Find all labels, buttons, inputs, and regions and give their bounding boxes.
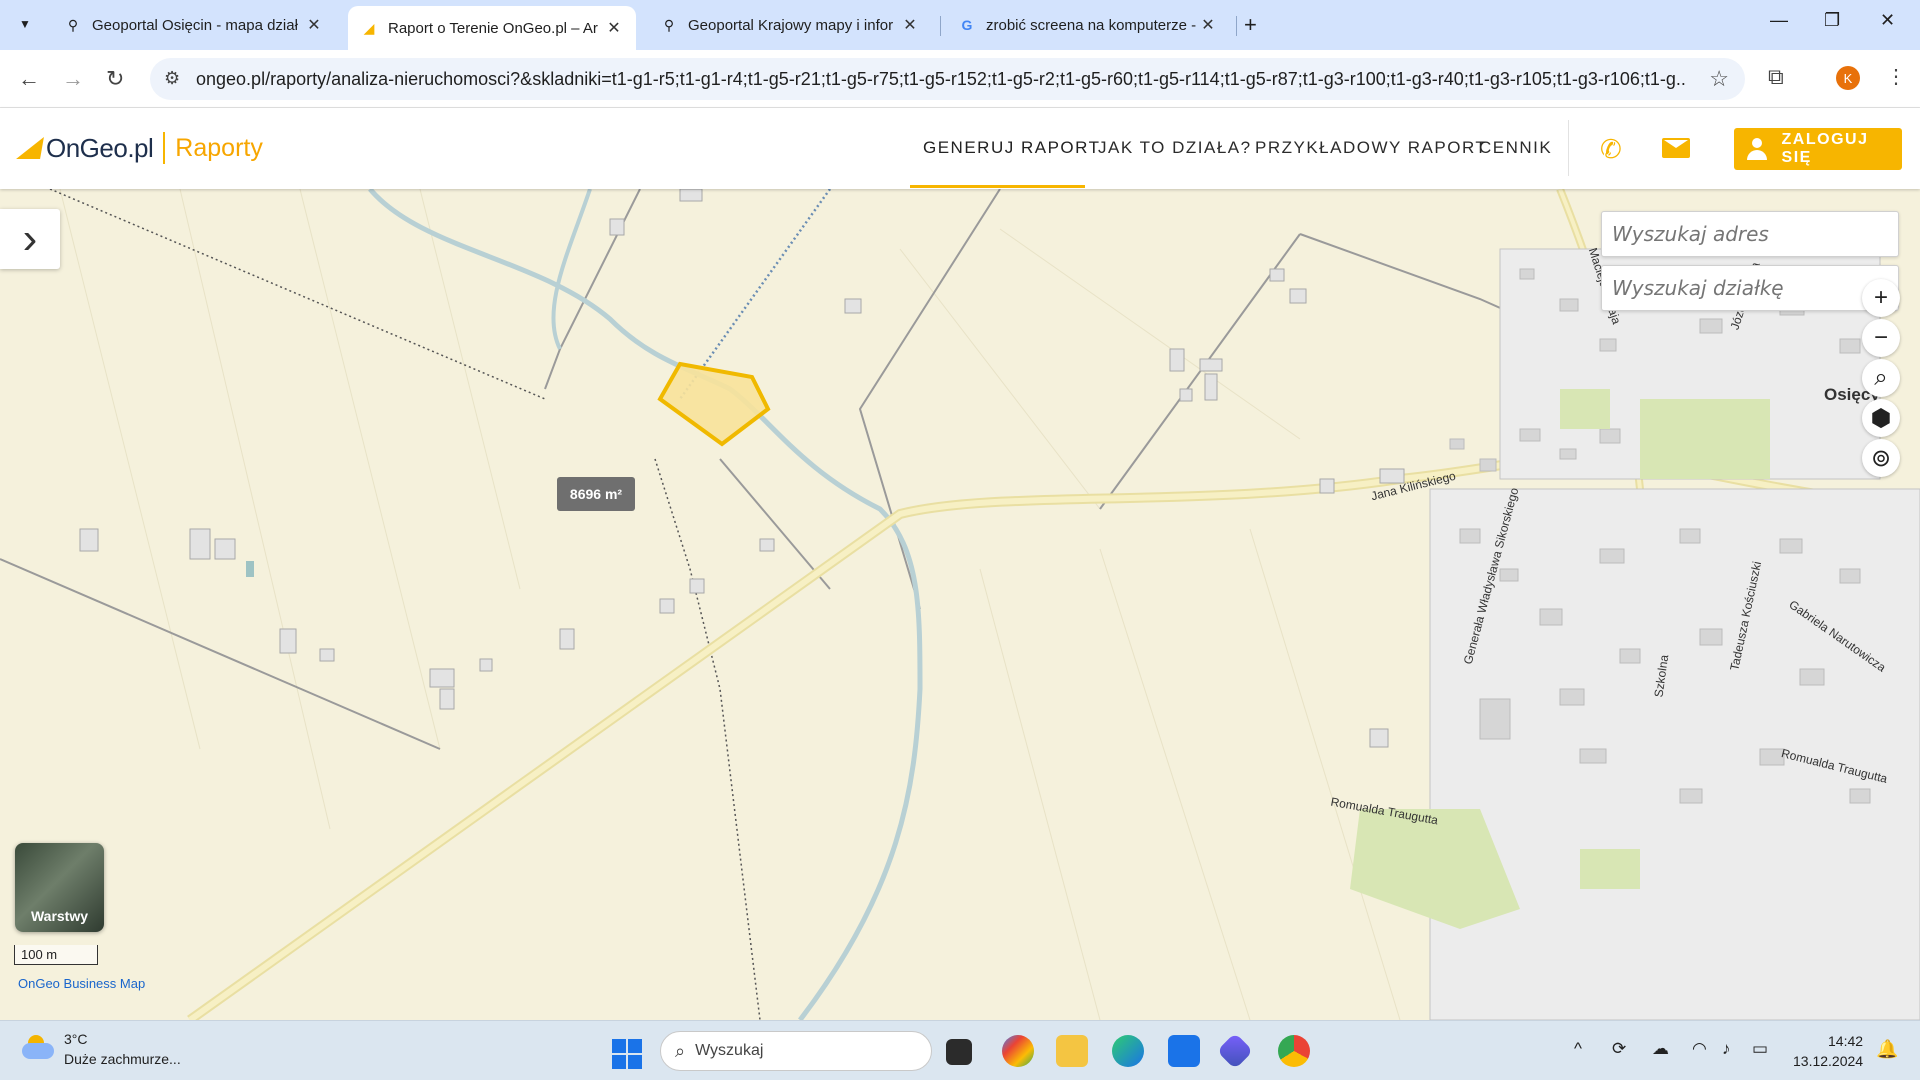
copilot-app-icon[interactable] (1216, 1032, 1254, 1070)
clock-date[interactable]: 13.12.2024 (1793, 1053, 1863, 1069)
window-close-icon[interactable]: ✕ (1880, 10, 1895, 31)
sync-icon[interactable]: ⟳ (1612, 1039, 1626, 1059)
minimize-icon[interactable]: — (1770, 10, 1788, 31)
tab-geoportal-osiecin[interactable]: ⚲ Geoportal Osięcin - mapa dział ✕ (52, 6, 336, 44)
close-icon[interactable]: ✕ (1198, 15, 1218, 35)
weather-temperature[interactable]: 3°C (64, 1031, 88, 1047)
side-panel-toggle[interactable]: › (0, 209, 60, 269)
close-icon[interactable]: ✕ (604, 18, 624, 38)
magnifier-icon[interactable]: ⌕ (1862, 359, 1900, 397)
clock-time[interactable]: 14:42 (1828, 1033, 1863, 1049)
map-pin-icon: ⚲ (67, 16, 79, 33)
battery-icon[interactable]: ▭ (1752, 1039, 1768, 1059)
file-explorer-icon[interactable] (1056, 1035, 1088, 1067)
browser-toolbar: ← → ↻ ⚙ ongeo.pl/raporty/analiza-nieruch… (0, 50, 1920, 108)
logo-product: Raporty (175, 133, 263, 162)
browser-menu-icon[interactable]: ⋮ (1886, 64, 1906, 89)
search-address-input[interactable] (1601, 211, 1899, 257)
close-icon[interactable]: ✕ (304, 15, 324, 35)
tab-geoportal-krajowy[interactable]: ⚲ Geoportal Krajowy mapy i infor ✕ (648, 6, 932, 44)
zoom-in-button[interactable]: + (1862, 279, 1900, 317)
map-attribution[interactable]: OnGeo Business Map (18, 976, 145, 991)
nav-active-underline (910, 185, 1085, 188)
zoom-out-button[interactable]: − (1862, 319, 1900, 357)
measure-tape-icon[interactable]: ⊚ (1862, 439, 1900, 477)
login-button[interactable]: ZALOGUJ SIĘ (1734, 128, 1902, 170)
search-parcel-input[interactable] (1601, 265, 1899, 311)
nav-przykladowy-raport[interactable]: PRZYKŁADOWY RAPORT (1255, 138, 1487, 158)
tab-separator (1236, 16, 1237, 36)
bookmark-star-icon[interactable]: ☆ (1709, 66, 1729, 92)
tab-raport-ongeo[interactable]: ◢ Raport o Terenie OnGeo.pl – Ar ✕ (348, 6, 636, 50)
taskbar-search-placeholder: Wyszukaj (695, 1042, 764, 1059)
volume-icon[interactable]: ♪ (1722, 1039, 1731, 1059)
phone-icon[interactable]: ✆ (1600, 134, 1622, 165)
site-info-icon[interactable]: ⚙ (164, 68, 180, 89)
tab-title: Geoportal Krajowy mapy i infor (688, 16, 894, 34)
taskbar-search[interactable]: ⌕ Wyszukaj (660, 1031, 932, 1071)
logo-divider (163, 132, 166, 164)
notification-bell-icon[interactable]: 🔔 (1876, 1039, 1898, 1060)
weather-description[interactable]: Duże zachmurze... (64, 1051, 181, 1067)
copilot-icon[interactable] (1002, 1035, 1034, 1067)
map-pin-icon: ⚲ (663, 16, 675, 33)
user-icon (1746, 138, 1768, 160)
login-label: ZALOGUJ SIĘ (1781, 131, 1869, 166)
onedrive-icon[interactable]: ☁ (1652, 1039, 1669, 1059)
layers-label: Warstwy (30, 908, 89, 924)
tray-overflow-icon[interactable]: ^ (1574, 1039, 1582, 1059)
close-icon[interactable]: ✕ (900, 15, 920, 35)
map-drawing (0, 189, 1920, 1020)
tab-google-search[interactable]: G zrobić screena na komputerze - ✕ (946, 6, 1230, 44)
ongeo-logo[interactable]: OnGeo.pl Raporty (16, 132, 263, 164)
layers-button[interactable]: Warstwy (15, 843, 104, 932)
taskbar: 3°C Duże zachmurze... ⌕ Wyszukaj ^ ⟳ ☁ ◠… (0, 1020, 1920, 1080)
tab-separator (940, 16, 941, 36)
map-scale: 100 m (14, 945, 98, 965)
google-icon: G (961, 17, 973, 33)
search-icon: ⌕ (675, 1040, 686, 1061)
tab-title: Raport o Terenie OnGeo.pl – Ar (388, 19, 598, 37)
profile-avatar[interactable]: K (1836, 66, 1860, 90)
restore-icon[interactable]: ❐ (1824, 10, 1840, 31)
ongeo-icon: ◢ (363, 19, 375, 36)
extensions-icon[interactable]: ⧉ (1768, 64, 1784, 90)
windows-start-icon[interactable] (612, 1039, 642, 1069)
forward-icon[interactable]: → (62, 66, 84, 92)
parcel-area-label: 8696 m² (557, 477, 635, 511)
logo-name: OnGeo.pl (46, 132, 154, 163)
address-bar[interactable]: ⚙ ongeo.pl/raporty/analiza-nieruchomosci… (150, 58, 1745, 100)
nav-cennik[interactable]: CENNIK (1479, 138, 1552, 158)
tab-title: Geoportal Osięcin - mapa dział (92, 16, 298, 34)
header-separator (1568, 120, 1569, 176)
edge-icon[interactable] (1112, 1035, 1144, 1067)
tab-strip: ▼ ⚲ Geoportal Osięcin - mapa dział ✕ ◢ R… (0, 0, 1920, 50)
nav-jak-to-dziala[interactable]: JAK TO DZIAŁA? (1098, 138, 1252, 158)
mail-icon[interactable] (1662, 138, 1690, 158)
tab-title: zrobić screena na komputerze - (986, 16, 1197, 34)
wifi-icon[interactable]: ◠ (1692, 1039, 1707, 1059)
weather-cloud-icon[interactable] (22, 1035, 54, 1059)
url-text[interactable]: ongeo.pl/raporty/analiza-nieruchomosci?&… (196, 69, 1686, 90)
store-icon[interactable] (1168, 1035, 1200, 1067)
task-view-icon[interactable] (946, 1039, 972, 1065)
chrome-icon[interactable] (1278, 1035, 1310, 1067)
new-tab-button[interactable]: + (1244, 12, 1257, 38)
site-header: OnGeo.pl Raporty GENERUJ RAPORT JAK TO D… (0, 108, 1920, 189)
reload-icon[interactable]: ↻ (106, 66, 124, 92)
back-icon[interactable]: ← (18, 66, 40, 92)
logo-mark-icon (16, 137, 44, 159)
parcel-shape-icon[interactable]: ⬢ (1862, 399, 1900, 437)
map-canvas[interactable]: › 8696 m² Osięcy Jana Kilińskiego Maciej… (0, 189, 1920, 1020)
tab-search-button[interactable]: ▼ (10, 9, 40, 39)
nav-generuj-raport[interactable]: GENERUJ RAPORT (923, 138, 1101, 158)
